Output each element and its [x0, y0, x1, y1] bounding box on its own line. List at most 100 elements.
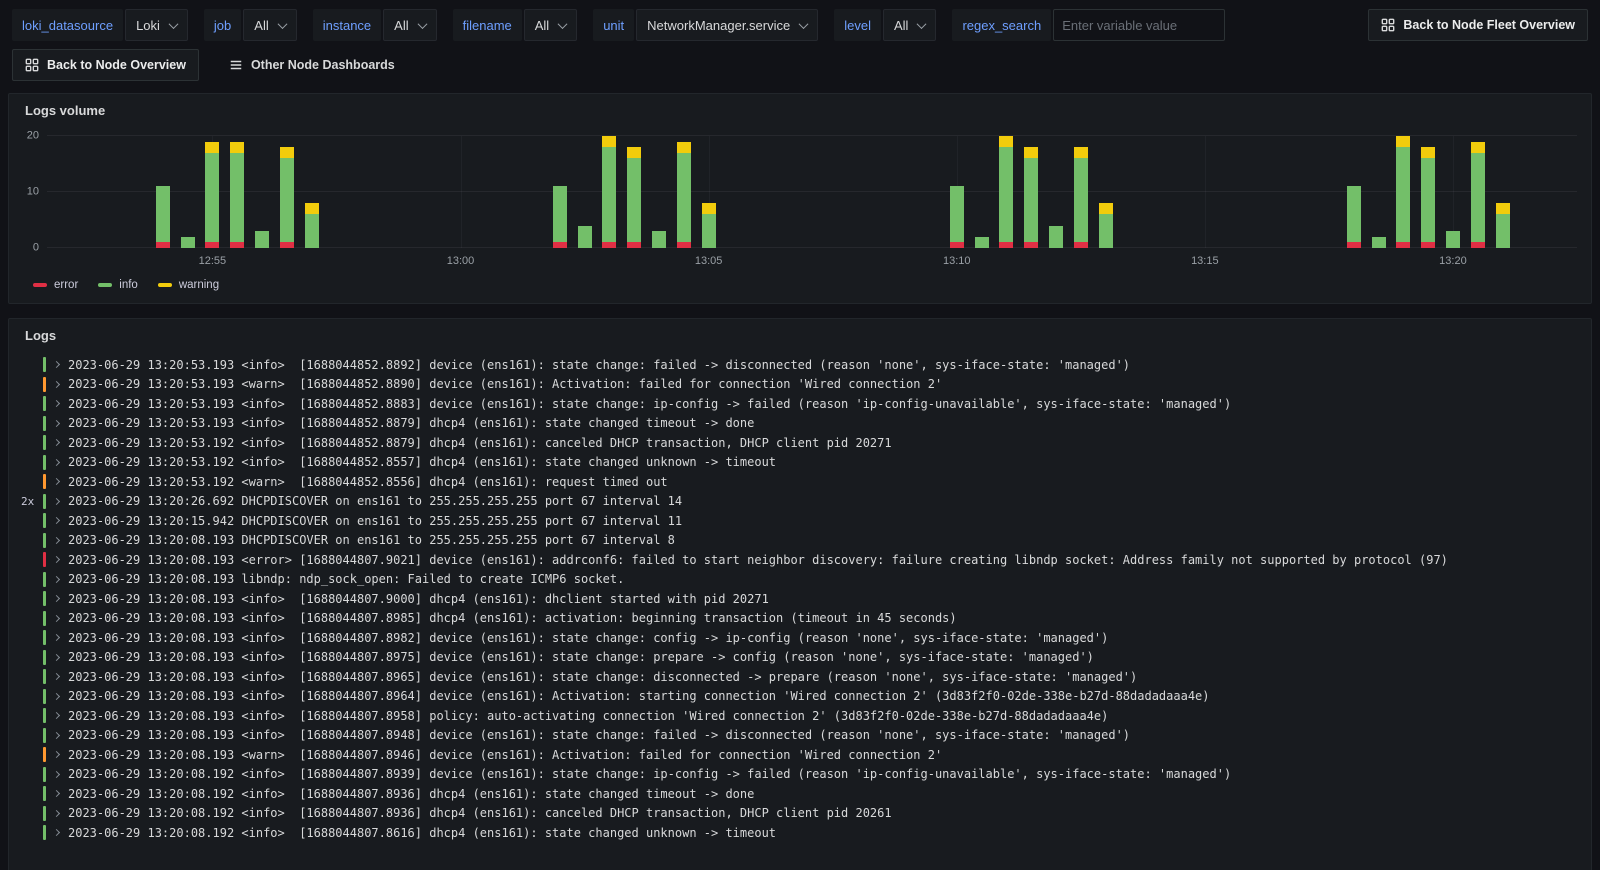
volume-bar[interactable] [552, 136, 567, 248]
log-level-bar [43, 727, 46, 743]
expand-caret-icon[interactable] [52, 458, 61, 466]
volume-bar[interactable] [180, 136, 195, 248]
log-row[interactable]: 2023-06-29 13:20:53.192 <warn> [16880448… [15, 472, 1579, 492]
log-row[interactable]: 2023-06-29 13:20:08.193 libndp: ndp_sock… [15, 570, 1579, 590]
duplicate-count: 2x [21, 494, 35, 508]
logs-volume-panel-title[interactable]: Logs volume [9, 94, 1591, 124]
volume-bar[interactable] [627, 136, 642, 248]
expand-caret-icon[interactable] [52, 419, 61, 427]
volume-bar[interactable] [1024, 136, 1039, 248]
expand-caret-icon[interactable] [52, 829, 61, 837]
back-to-node-fleet-overview-button[interactable]: Back to Node Fleet Overview [1368, 9, 1588, 41]
legend-item-error[interactable]: error [33, 279, 78, 291]
log-row[interactable]: 2023-06-29 13:20:08.193 <info> [16880448… [15, 648, 1579, 668]
log-row[interactable]: 2023-06-29 13:20:08.192 <info> [16880448… [15, 823, 1579, 843]
expand-caret-icon[interactable] [52, 497, 61, 505]
expand-caret-icon[interactable] [52, 400, 61, 408]
expand-caret-icon[interactable] [52, 361, 61, 369]
log-row[interactable]: 2023-06-29 13:20:08.193 <warn> [16880448… [15, 745, 1579, 765]
log-row[interactable]: 2023-06-29 13:20:08.193 <info> [16880448… [15, 589, 1579, 609]
log-row[interactable]: 2023-06-29 13:20:08.193 DHCPDISCOVER on … [15, 531, 1579, 551]
volume-bar[interactable] [1495, 136, 1510, 248]
expand-caret-icon[interactable] [52, 770, 61, 778]
log-row[interactable]: 2023-06-29 13:20:08.192 <info> [16880448… [15, 784, 1579, 804]
volume-bar[interactable] [676, 136, 691, 248]
volume-bar[interactable] [1371, 136, 1386, 248]
volume-bar[interactable] [304, 136, 319, 248]
variable-value-dropdown[interactable]: NetworkManager.service [636, 9, 819, 41]
log-row[interactable]: 2023-06-29 13:20:08.193 <info> [16880448… [15, 667, 1579, 687]
log-row[interactable]: 2023-06-29 13:20:53.193 <info> [16880448… [15, 355, 1579, 375]
expand-caret-icon[interactable] [52, 751, 61, 759]
expand-caret-icon[interactable] [52, 634, 61, 642]
legend-item-warning[interactable]: warning [157, 279, 219, 291]
expand-caret-icon[interactable] [52, 790, 61, 798]
log-row[interactable]: 2023-06-29 13:20:08.193 <error> [1688044… [15, 550, 1579, 570]
log-row[interactable]: 2023-06-29 13:20:08.193 <info> [16880448… [15, 706, 1579, 726]
log-row[interactable]: 2023-06-29 13:20:08.192 <info> [16880448… [15, 765, 1579, 785]
volume-bar[interactable] [577, 136, 592, 248]
volume-bar[interactable] [1048, 136, 1063, 248]
logs-panel-title[interactable]: Logs [9, 319, 1591, 349]
log-row[interactable]: 2023-06-29 13:20:53.193 <info> [16880448… [15, 394, 1579, 414]
volume-bar[interactable] [602, 136, 617, 248]
expand-caret-icon[interactable] [52, 614, 61, 622]
volume-bar[interactable] [999, 136, 1014, 248]
volume-bar[interactable] [230, 136, 245, 248]
volume-bar[interactable] [205, 136, 220, 248]
bar-segment-info [205, 152, 220, 243]
volume-bar[interactable] [1470, 136, 1485, 248]
button-label: Back to Node Fleet Overview [1403, 18, 1575, 32]
volume-bar[interactable] [1396, 136, 1411, 248]
legend-item-info[interactable]: info [98, 279, 138, 291]
expand-caret-icon[interactable] [52, 595, 61, 603]
volume-bar[interactable] [155, 136, 170, 248]
expand-caret-icon[interactable] [52, 575, 61, 583]
log-row[interactable]: 2023-06-29 13:20:53.192 <info> [16880448… [15, 453, 1579, 473]
expand-caret-icon[interactable] [52, 478, 61, 486]
variable-value-dropdown[interactable]: All [383, 9, 437, 41]
expand-caret-icon[interactable] [52, 536, 61, 544]
expand-caret-icon[interactable] [52, 517, 61, 525]
log-row[interactable]: 2023-06-29 13:20:08.193 <info> [16880448… [15, 726, 1579, 746]
variable-value-dropdown[interactable]: All [523, 9, 578, 41]
volume-bar[interactable] [974, 136, 989, 248]
expand-caret-icon[interactable] [52, 653, 61, 661]
expand-caret-icon[interactable] [52, 809, 61, 817]
log-row[interactable]: 2023-06-29 13:20:08.192 <info> [16880448… [15, 804, 1579, 824]
volume-bar[interactable] [279, 136, 294, 248]
log-row[interactable]: 2x 2023-06-29 13:20:26.692 DHCPDISCOVER o… [15, 492, 1579, 512]
log-row[interactable]: 2023-06-29 13:20:15.942 DHCPDISCOVER on … [15, 511, 1579, 531]
expand-caret-icon[interactable] [52, 556, 61, 564]
expand-caret-icon[interactable] [52, 731, 61, 739]
bar-segment-warning [279, 147, 294, 159]
expand-caret-icon[interactable] [52, 673, 61, 681]
regex-search-input[interactable] [1053, 9, 1226, 41]
log-row[interactable]: 2023-06-29 13:20:53.193 <warn> [16880448… [15, 375, 1579, 395]
volume-bar[interactable] [1098, 136, 1113, 248]
log-row[interactable]: 2023-06-29 13:20:53.192 <info> [16880448… [15, 433, 1579, 453]
volume-bar[interactable] [652, 136, 666, 248]
expand-caret-icon[interactable] [52, 712, 61, 720]
volume-bar[interactable] [701, 136, 716, 248]
variable-value-dropdown[interactable]: Loki [125, 9, 188, 41]
log-row[interactable]: 2023-06-29 13:20:08.193 <info> [16880448… [15, 609, 1579, 629]
log-row[interactable]: 2023-06-29 13:20:53.193 <info> [16880448… [15, 414, 1579, 434]
back-to-node-overview-button[interactable]: Back to Node Overview [12, 49, 199, 81]
volume-bar[interactable] [1073, 136, 1088, 248]
other-node-dashboards-menu[interactable]: Other Node Dashboards [229, 58, 395, 72]
expand-caret-icon[interactable] [52, 380, 61, 388]
variable-value-dropdown[interactable]: All [243, 9, 297, 41]
expand-caret-icon[interactable] [52, 439, 61, 447]
y-tick-label: 10 [26, 185, 39, 198]
volume-bar[interactable] [949, 136, 964, 248]
volume-bar[interactable] [1421, 136, 1436, 248]
volume-bar[interactable] [255, 136, 270, 248]
volume-bar[interactable] [1346, 136, 1361, 248]
log-row[interactable]: 2023-06-29 13:20:08.193 <info> [16880448… [15, 687, 1579, 707]
volume-bar[interactable] [1445, 136, 1460, 248]
dashboard-links-row: Back to Node Overview Other Node Dashboa… [0, 47, 1600, 91]
variable-value-dropdown[interactable]: All [882, 9, 937, 41]
expand-caret-icon[interactable] [52, 692, 61, 700]
log-row[interactable]: 2023-06-29 13:20:08.193 <info> [16880448… [15, 628, 1579, 648]
